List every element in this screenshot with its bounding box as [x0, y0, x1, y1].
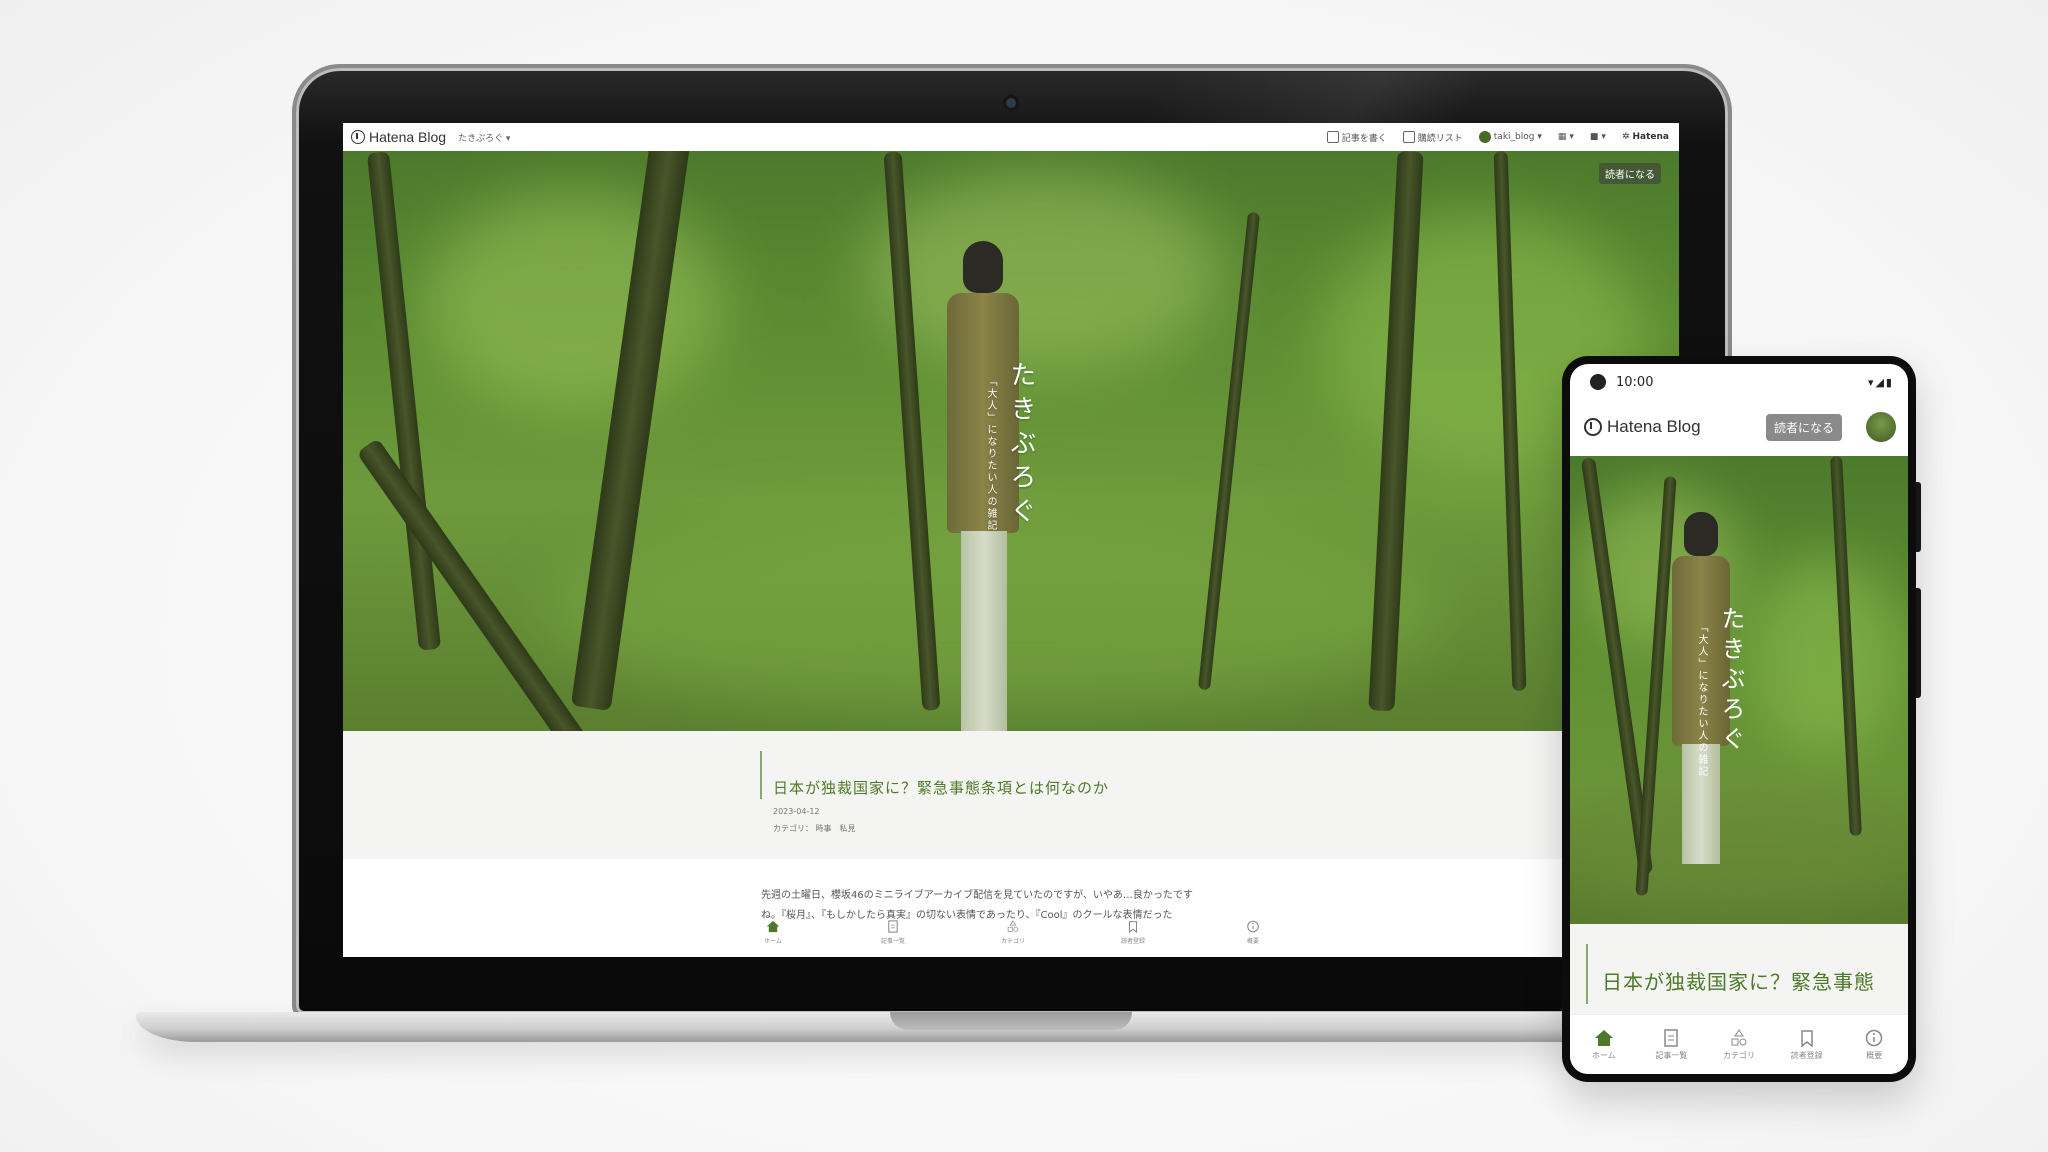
status-time: 10:00: [1616, 374, 1654, 390]
category-icon: [1731, 1029, 1747, 1046]
hatena-link[interactable]: ✲ Hatena: [1622, 132, 1669, 142]
nav-home[interactable]: ホーム: [1574, 1029, 1634, 1061]
phone-power-button: [1916, 588, 1921, 698]
category-links[interactable]: 時事 私見: [816, 824, 856, 833]
home-icon: [766, 920, 780, 933]
document-icon: [888, 920, 898, 933]
front-camera: [1590, 374, 1606, 390]
hero-image: たきぶろぐ 「大人」になりたい人の雑記: [1570, 456, 1908, 924]
status-icons: ▾◢▮: [1867, 375, 1894, 389]
notifications-menu[interactable]: ■ ▾: [1590, 132, 1606, 142]
nav-articles[interactable]: 記事一覧: [863, 920, 923, 956]
blog-menu[interactable]: たきぶろぐ ▾: [458, 131, 510, 144]
phone-screen: 10:00 ▾◢▮ Hatena Blog 読者になる たきぶろぐ 「大人」にな…: [1570, 364, 1908, 1074]
document-icon: [1664, 1029, 1679, 1047]
bookmark-icon: [1128, 921, 1138, 933]
blog-title: たきぶろぐ: [1006, 361, 1036, 531]
bottom-navigation: ホーム 記事一覧 カテゴリ 読者登録 概要: [1570, 1014, 1908, 1074]
blog-tagline: 「大人」になりたい人の雑記: [985, 376, 996, 532]
hatena-spark-icon: ✲: [1621, 132, 1630, 142]
bottom-navigation: ホーム 記事一覧 カテゴリ 読者登録 概要: [743, 920, 1283, 956]
bookmark-icon: [1800, 1030, 1813, 1047]
blog-title: たきぶろぐ: [1717, 606, 1745, 756]
hero-image: 読者になる たきぶろぐ 「大人」になりたい人の雑記: [343, 151, 1679, 731]
phone-frame: 10:00 ▾◢▮ Hatena Blog 読者になる たきぶろぐ 「大人」にな…: [1562, 356, 1921, 1082]
article-header: 日本が独裁国家に？緊急事態: [1570, 924, 1908, 1014]
nav-about[interactable]: 概要: [1223, 920, 1283, 956]
nav-about[interactable]: 概要: [1844, 1029, 1904, 1061]
blog-tagline: 「大人」になりたい人の雑記: [1696, 622, 1707, 778]
apps-menu[interactable]: ▦ ▾: [1558, 132, 1574, 142]
reading-list-icon: [1402, 131, 1415, 143]
follow-button[interactable]: 読者になる: [1765, 413, 1842, 441]
hatena-logo-icon: [1584, 418, 1602, 436]
laptop-camera: [1006, 98, 1016, 108]
nav-home[interactable]: ホーム: [743, 920, 803, 956]
nav-articles[interactable]: 記事一覧: [1641, 1029, 1701, 1061]
user-menu[interactable]: taki_blog ▾: [1478, 131, 1542, 143]
laptop-screen: Hatena Blog たきぶろぐ ▾ 記事を書く 購読リスト taki_blo…: [343, 123, 1679, 957]
hatena-logo-icon: [351, 130, 365, 144]
mockup-stage: Hatena Blog たきぶろぐ ▾ 記事を書く 購読リスト taki_blo…: [0, 0, 2048, 1152]
reading-list-link[interactable]: 購読リスト: [1402, 131, 1463, 144]
write-article-link[interactable]: 記事を書く: [1326, 131, 1387, 144]
user-avatar: [1478, 131, 1491, 143]
category-icon: [1007, 920, 1019, 932]
article-categories: カテゴリ： 時事 私見: [773, 824, 856, 833]
home-icon: [1594, 1030, 1613, 1046]
article-title[interactable]: 日本が独裁国家に？緊急事態: [1602, 966, 1875, 995]
phone-volume-button: [1916, 482, 1921, 552]
follow-button[interactable]: 読者になる: [1599, 163, 1661, 184]
hatena-topbar: Hatena Blog たきぶろぐ ▾ 記事を書く 購読リスト taki_blo…: [343, 123, 1679, 152]
message-icon: ■: [1589, 132, 1599, 142]
info-icon: [1865, 1029, 1883, 1047]
grid-icon: ▦: [1557, 132, 1567, 142]
nav-subscribe[interactable]: 読者登録: [1777, 1029, 1837, 1061]
info-icon: [1247, 920, 1259, 933]
article-header: 日本が独裁国家に？緊急事態条項とは何なのか 2023-04-12 カテゴリ： 時…: [343, 731, 1679, 859]
phone-status-bar: 10:00 ▾◢▮: [1570, 364, 1908, 400]
phone-header: Hatena Blog 読者になる: [1570, 404, 1908, 450]
nav-categories[interactable]: カテゴリ: [983, 920, 1043, 956]
nav-subscribe[interactable]: 読者登録: [1103, 920, 1163, 956]
avatar[interactable]: [1866, 412, 1896, 442]
laptop-notch: [890, 1012, 1132, 1030]
hatena-blog-logo[interactable]: Hatena Blog: [1584, 417, 1701, 437]
article-date: 2023-04-12: [773, 807, 820, 816]
hatena-blog-logo[interactable]: Hatena Blog: [351, 129, 446, 145]
nav-categories[interactable]: カテゴリ: [1709, 1029, 1769, 1061]
article-title[interactable]: 日本が独裁国家に？緊急事態条項とは何なのか: [773, 777, 1109, 798]
edit-icon: [1326, 131, 1339, 143]
